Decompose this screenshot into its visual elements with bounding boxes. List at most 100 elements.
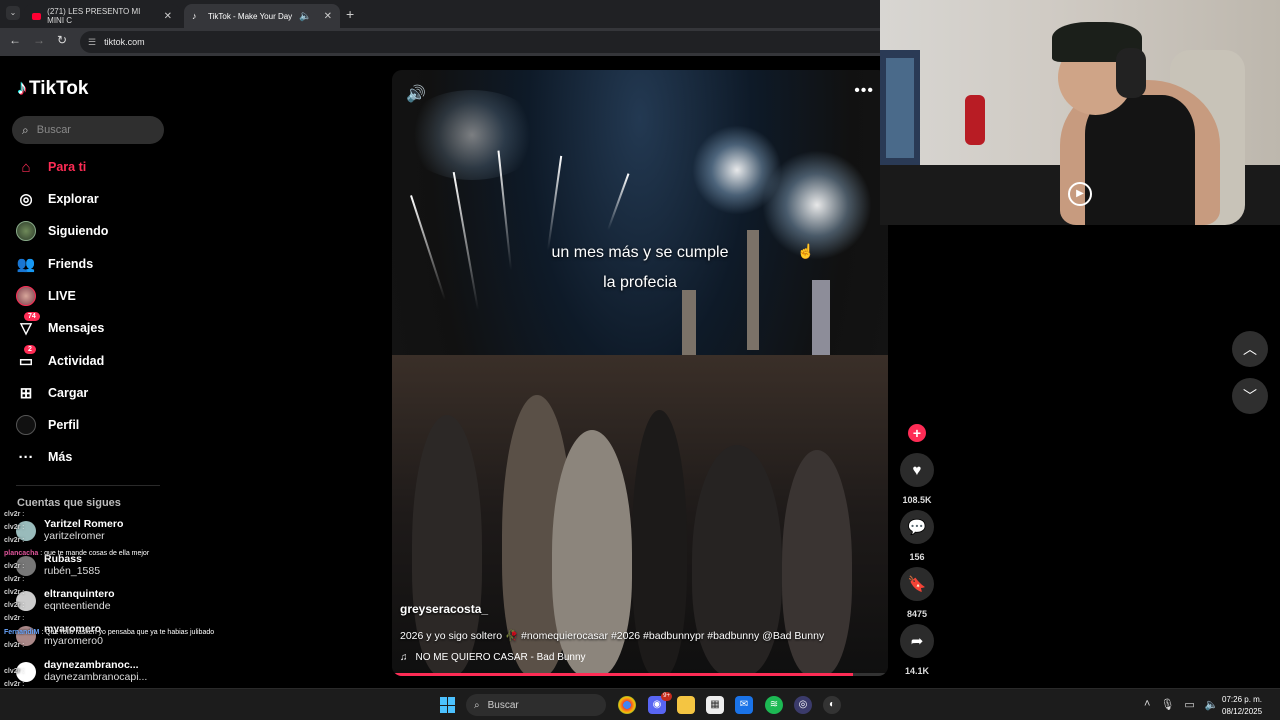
messages-badge: 74 <box>24 312 40 321</box>
obs-app-icon[interactable]: ◐ <box>823 696 841 714</box>
save-action[interactable]: 🔖 8475 <box>900 567 934 619</box>
sidebar-item-mensajes[interactable]: ▽ 74 Mensajes <box>16 312 104 339</box>
chat-message: clv2r : <box>4 524 25 531</box>
chevron-down-icon: ﹀ <box>1243 388 1257 404</box>
account-username: daynezambranocapi... <box>44 671 148 683</box>
video-progress-bar[interactable] <box>392 673 888 676</box>
comment-icon[interactable]: 💬 <box>900 510 934 544</box>
close-icon[interactable]: ✕ <box>164 11 172 22</box>
sidebar-item-friends[interactable]: 👥 Friends <box>16 253 94 275</box>
like-count: 108.5K <box>902 495 932 505</box>
share-icon[interactable]: ➦ <box>900 624 934 658</box>
chat-user: plancacha <box>4 550 39 557</box>
taskbar-search[interactable]: ⌕ Buscar <box>466 694 606 716</box>
friends-icon: 👥 <box>16 256 36 273</box>
tab-youtube[interactable]: (271) LES PRESENTO MI MINI C ✕ <box>24 4 180 28</box>
youtube-icon <box>32 12 42 20</box>
more-options-icon[interactable]: ••• <box>854 82 874 100</box>
start-button[interactable] <box>440 697 456 713</box>
tab-title: TikTok - Make Your Day <box>208 11 293 21</box>
account-name: Yaritzel Romero <box>44 518 124 530</box>
chat-user: clv2r <box>4 589 21 596</box>
chat-message: clv2r : <box>4 681 25 688</box>
monitor-screen <box>886 58 914 158</box>
chat-message: clv2r : <box>4 563 25 570</box>
messages-icon: ▽ 74 <box>16 312 40 338</box>
tiktok-note-icon: ♪ <box>17 77 27 99</box>
next-video-button[interactable]: ﹀ <box>1232 378 1268 414</box>
sidebar-item-perfil[interactable]: Perfil <box>16 414 79 436</box>
chat-message: clv2r : <box>4 511 25 518</box>
following-account[interactable]: daynezambranoc... daynezambranocapi... <box>16 659 147 683</box>
sidebar-item-siguiendo[interactable]: Siguiendo <box>16 220 108 242</box>
sidebar-item-actividad[interactable]: ▭ 2 Actividad <box>16 345 104 372</box>
discord-app-icon[interactable]: ◉ 9+ <box>648 692 672 714</box>
video-author[interactable]: greyseracosta_ <box>400 602 488 616</box>
system-tray: ˄ 🎙 ▭ 🔈 <box>1144 698 1219 711</box>
comment-action[interactable]: 💬 156 <box>900 510 934 562</box>
back-button[interactable]: ← <box>9 33 21 47</box>
account-username: eqnteentiende <box>44 600 111 612</box>
store-app-icon[interactable]: ▦ <box>706 696 724 714</box>
music-title: NO ME QUIERO CASAR - Bad Bunny <box>415 652 586 663</box>
account-username: rubén_1585 <box>44 565 101 577</box>
chat-message: clv2r : <box>4 602 25 609</box>
close-icon[interactable]: ✕ <box>324 11 332 22</box>
music-info[interactable]: ♫ NO ME QUIERO CASAR - Bad Bunny <box>400 652 586 663</box>
reload-button[interactable]: ↻ <box>57 33 67 47</box>
tab-search-button[interactable]: ⌄ <box>6 6 20 20</box>
upload-icon: ⊞ <box>19 385 33 402</box>
sidebar-item-explorar[interactable]: ◎ Explorar <box>16 188 98 210</box>
video-player[interactable]: un mes más y se cumple la profecia 🔊 •••… <box>392 70 888 676</box>
more-icon: ··· <box>18 448 34 466</box>
account-username: myaromero0 <box>44 635 103 647</box>
chat-text: que te mande cosas de ella mejor <box>44 550 150 557</box>
mic-icon[interactable]: 🎙 <box>1160 698 1174 711</box>
volume-icon[interactable]: 🔈 <box>1205 698 1219 711</box>
new-tab-button[interactable]: + <box>346 6 354 22</box>
mail-app-icon[interactable]: ✉ <box>735 696 753 714</box>
speaker-icon[interactable]: 🔈 <box>299 11 311 22</box>
url-input[interactable]: ☰ tiktok.com <box>80 31 880 53</box>
person-figure <box>782 450 852 676</box>
follow-button[interactable]: + <box>908 424 926 442</box>
tab-tiktok[interactable]: ♪ TikTok - Make Your Day 🔈 ✕ <box>184 4 340 28</box>
home-icon: ⌂ <box>21 158 31 176</box>
network-icon[interactable]: ▭ <box>1184 698 1194 711</box>
bookmark-icon[interactable]: 🔖 <box>900 567 934 601</box>
chat-user: clv2r <box>4 524 21 531</box>
previous-video-button[interactable]: ︿ <box>1232 331 1268 367</box>
chevron-up-icon[interactable]: ˄ <box>1144 698 1150 711</box>
account-name: eltranquintero <box>44 588 115 600</box>
tiktok-logo[interactable]: ♪ TikTok <box>17 77 88 100</box>
share-action[interactable]: ➦ 14.1K <box>900 624 934 676</box>
volume-icon[interactable]: 🔊 <box>406 84 426 104</box>
chat-user: clv2r <box>4 576 21 583</box>
app-icon[interactable]: ◎ <box>794 696 812 714</box>
taskbar-clock[interactable]: 07:26 p. m. 08/12/2025 <box>1222 694 1262 718</box>
following-account[interactable]: Yaritzel Romero yaritzelromer <box>16 518 123 542</box>
search-icon: ⌕ <box>22 122 29 137</box>
sidebar-item-label: Cargar <box>48 386 89 400</box>
sidebar-item-live[interactable]: LIVE <box>16 285 76 307</box>
spotify-app-icon[interactable]: ≋ <box>765 696 783 714</box>
sidebar-item-label: Friends <box>48 257 94 271</box>
sidebar-item-mas[interactable]: ··· Más <box>16 446 73 468</box>
chat-user: clv2r <box>4 537 21 544</box>
heart-icon[interactable]: ♥ <box>900 453 934 487</box>
following-account[interactable]: eltranquintero eqnteentiende <box>16 588 115 612</box>
like-action[interactable]: ♥ 108.5K <box>900 453 934 505</box>
account-name: daynezambranoc... <box>44 659 139 671</box>
forward-button[interactable]: → <box>33 33 45 47</box>
monument-tower <box>682 290 696 360</box>
search-input[interactable]: ⌕ Buscar <box>12 116 164 144</box>
sidebar-item-cargar[interactable]: ⊞ Cargar <box>16 382 89 404</box>
chat-user: clv2r <box>4 668 21 675</box>
file-explorer-icon[interactable] <box>677 696 695 714</box>
following-avatar-icon <box>16 221 36 241</box>
chrome-app-icon[interactable] <box>618 696 636 714</box>
sidebar-divider <box>16 485 160 486</box>
chat-user: clv2r <box>4 615 21 622</box>
site-info-icon[interactable]: ☰ <box>88 37 96 48</box>
sidebar-item-para-ti[interactable]: ⌂ Para ti <box>16 156 86 178</box>
